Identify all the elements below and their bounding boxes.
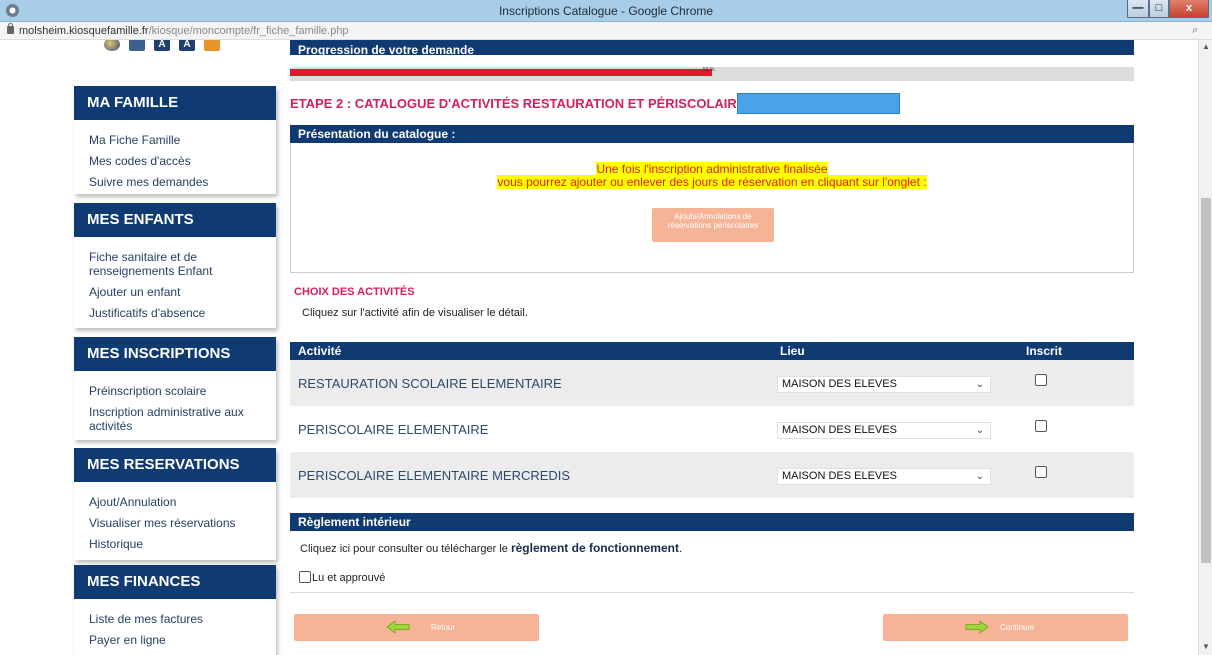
nav-header-finances: MES FINANCES (74, 565, 276, 599)
lieu-select[interactable]: MAISON DES ELEVES ⌄ (777, 376, 991, 393)
inscrit-checkbox[interactable] (1035, 466, 1047, 478)
reglement-text-prefix: Cliquez ici pour consulter ou télécharge… (300, 543, 508, 555)
lieu-select-value: MAISON DES ELEVES (782, 378, 897, 390)
lieu-select-value: MAISON DES ELEVES (782, 470, 897, 482)
nav-item-suivre-demandes[interactable]: Suivre mes demandes (89, 175, 276, 189)
reglement-text-end: . (678, 543, 683, 555)
inscrit-checkbox[interactable] (1035, 374, 1047, 386)
nav-mes-enfants: MES ENFANTS Fiche sanitaire et de rensei… (74, 203, 276, 328)
retour-label: Retour (431, 623, 456, 632)
url-text[interactable]: molsheim.kiosquefamille.fr/kiosque/monco… (19, 25, 349, 37)
activity-name[interactable]: RESTAURATION SCOLAIRE ELEMENTAIRE (298, 376, 562, 391)
rss-icon[interactable] (204, 40, 220, 51)
lu-approuve-label[interactable]: Lu et approuvé (312, 572, 385, 584)
url-path: /kiosque/moncompte/fr_fiche_famille.php (148, 25, 349, 37)
nav-mes-inscriptions: MES INSCRIPTIONS Préinscription scolaire… (74, 337, 276, 440)
scroll-down-icon[interactable]: ▼ (1202, 642, 1210, 651)
ajouts-annulations-button[interactable]: Ajouts/Annulations de réservations péris… (652, 208, 774, 242)
activity-name[interactable]: PERISCOLAIRE ELEMENTAIRE (298, 422, 488, 437)
minimize-button[interactable]: — (1127, 0, 1149, 18)
lieu-select-value: MAISON DES ELEVES (782, 424, 897, 436)
choix-activites-instruction: Cliquez sur l'activité afin de visualise… (302, 307, 528, 319)
redacted-area (737, 93, 900, 114)
nav-item-ajout-annulation[interactable]: Ajout/Annulation (89, 495, 276, 509)
table-row: PERISCOLAIRE ELEMENTAIRE MERCREDIS MAISO… (290, 452, 1134, 498)
window-titlebar: Inscriptions Catalogue - Google Chrome —… (0, 0, 1212, 22)
lieu-select[interactable]: MAISON DES ELEVES ⌄ (777, 422, 991, 439)
progress-fill (290, 69, 712, 76)
presentation-title: Présentation du catalogue : (290, 125, 1134, 143)
header-inscrit: Inscrit (1026, 344, 1063, 358)
reglement-text: Cliquez ici pour consulter ou télécharge… (300, 541, 682, 555)
nav-header-reservations: MES RESERVATIONS (74, 448, 276, 482)
scroll-thumb[interactable] (1201, 198, 1211, 563)
nav-item-preinscription[interactable]: Préinscription scolaire (89, 384, 276, 398)
nav-header-inscriptions: MES INSCRIPTIONS (74, 337, 276, 371)
close-button[interactable]: x (1169, 0, 1209, 18)
progress-title: Progression de votre demande (290, 40, 1134, 55)
globe-icon[interactable] (104, 40, 120, 51)
font-decrease-icon[interactable]: A (179, 40, 195, 51)
page-viewport: A A MA FAMILLE Ma Fiche Famille Mes code… (0, 40, 1198, 655)
nav-item-fiche-sanitaire[interactable]: Fiche sanitaire et de renseignements Enf… (89, 250, 239, 278)
divider (290, 592, 1134, 593)
continuer-label: Continuer (1000, 623, 1035, 632)
choix-activites-title: CHOIX DES ACTIVITÉS (294, 286, 415, 298)
zoom-icon[interactable]: ⌕ (1192, 24, 1198, 37)
font-increase-icon[interactable]: A (154, 40, 170, 51)
activity-name[interactable]: PERISCOLAIRE ELEMENTAIRE MERCREDIS (298, 468, 570, 483)
mail-icon[interactable] (129, 40, 145, 51)
table-row: RESTAURATION SCOLAIRE ELEMENTAIRE MAISON… (290, 360, 1134, 406)
nav-item-inscription-admin[interactable]: Inscription administrative aux activités (89, 405, 264, 433)
activities-table: Activité Lieu Inscrit RESTAURATION SCOLA… (290, 342, 1134, 498)
nav-item-codes-acces[interactable]: Mes codes d'accès (89, 154, 276, 168)
nav-item-payer-en-ligne[interactable]: Payer en ligne (89, 633, 276, 647)
nav-item-historique[interactable]: Historique (89, 537, 276, 551)
chevron-down-icon: ⌄ (975, 471, 984, 482)
url-host: molsheim.kiosquefamille.fr (19, 25, 149, 37)
chevron-down-icon: ⌄ (975, 425, 984, 436)
nav-ma-famille: MA FAMILLE Ma Fiche Famille Mes codes d'… (74, 86, 276, 194)
nav-item-ajouter-enfant[interactable]: Ajouter un enfant (89, 285, 276, 299)
arrow-left-icon (386, 620, 410, 634)
lu-approuve: Lu et approuvé (299, 571, 385, 584)
nav-mes-finances: MES FINANCES Liste de mes factures Payer… (74, 565, 276, 655)
progress-label: 50 % (703, 67, 715, 73)
address-bar[interactable]: molsheim.kiosquefamille.fr/kiosque/monco… (0, 22, 1212, 40)
info-line-2-text: vous pourrez ajouter ou enlever des jour… (497, 175, 927, 189)
table-header: Activité Lieu Inscrit (290, 342, 1134, 360)
reglement-title: Règlement intérieur (290, 513, 1134, 531)
progress-bar: 50 % (290, 67, 1134, 81)
inscrit-checkbox[interactable] (1035, 420, 1047, 432)
scroll-up-icon[interactable]: ▲ (1202, 42, 1210, 51)
retour-button[interactable]: Retour (294, 614, 539, 641)
lieu-select[interactable]: MAISON DES ELEVES ⌄ (777, 468, 991, 485)
nav-item-visualiser[interactable]: Visualiser mes réservations (89, 516, 276, 530)
reglement-link[interactable]: règlement de fonctionnement (511, 541, 679, 555)
header-activite: Activité (298, 344, 342, 358)
nav-header-famille: MA FAMILLE (74, 86, 276, 120)
nav-mes-reservations: MES RESERVATIONS Ajout/Annulation Visual… (74, 448, 276, 560)
arrow-right-icon (965, 620, 989, 634)
lu-approuve-checkbox[interactable] (299, 571, 311, 583)
lock-icon (7, 23, 14, 34)
reglement-section: Règlement intérieur Cliquez ici pour con… (290, 513, 1134, 584)
vertical-scrollbar[interactable]: ▲ ▼ (1198, 40, 1212, 655)
window-title: Inscriptions Catalogue - Google Chrome (498, 4, 714, 18)
info-line-1-text: Une fois l'inscription administrative fi… (596, 162, 828, 176)
nav-header-enfants: MES ENFANTS (74, 203, 276, 237)
table-row: PERISCOLAIRE ELEMENTAIRE MAISON DES ELEV… (290, 406, 1134, 452)
info-line-2: vous pourrez ajouter ou enlever des jour… (291, 175, 1133, 189)
nav-item-fiche-famille[interactable]: Ma Fiche Famille (89, 133, 276, 147)
chevron-down-icon: ⌄ (975, 379, 984, 390)
continuer-button[interactable]: Continuer (883, 614, 1128, 641)
header-lieu: Lieu (780, 344, 805, 358)
maximize-button[interactable]: □ (1149, 0, 1169, 18)
nav-item-factures[interactable]: Liste de mes factures (89, 612, 276, 626)
accessibility-toolbar: A A (104, 40, 220, 54)
presentation-box: Présentation du catalogue : Une fois l'i… (290, 125, 1134, 273)
nav-item-justificatifs[interactable]: Justificatifs d'absence (89, 306, 276, 320)
etape-title: ETAPE 2 : CATALOGUE D'ACTIVITÉS RESTAURA… (290, 96, 746, 111)
